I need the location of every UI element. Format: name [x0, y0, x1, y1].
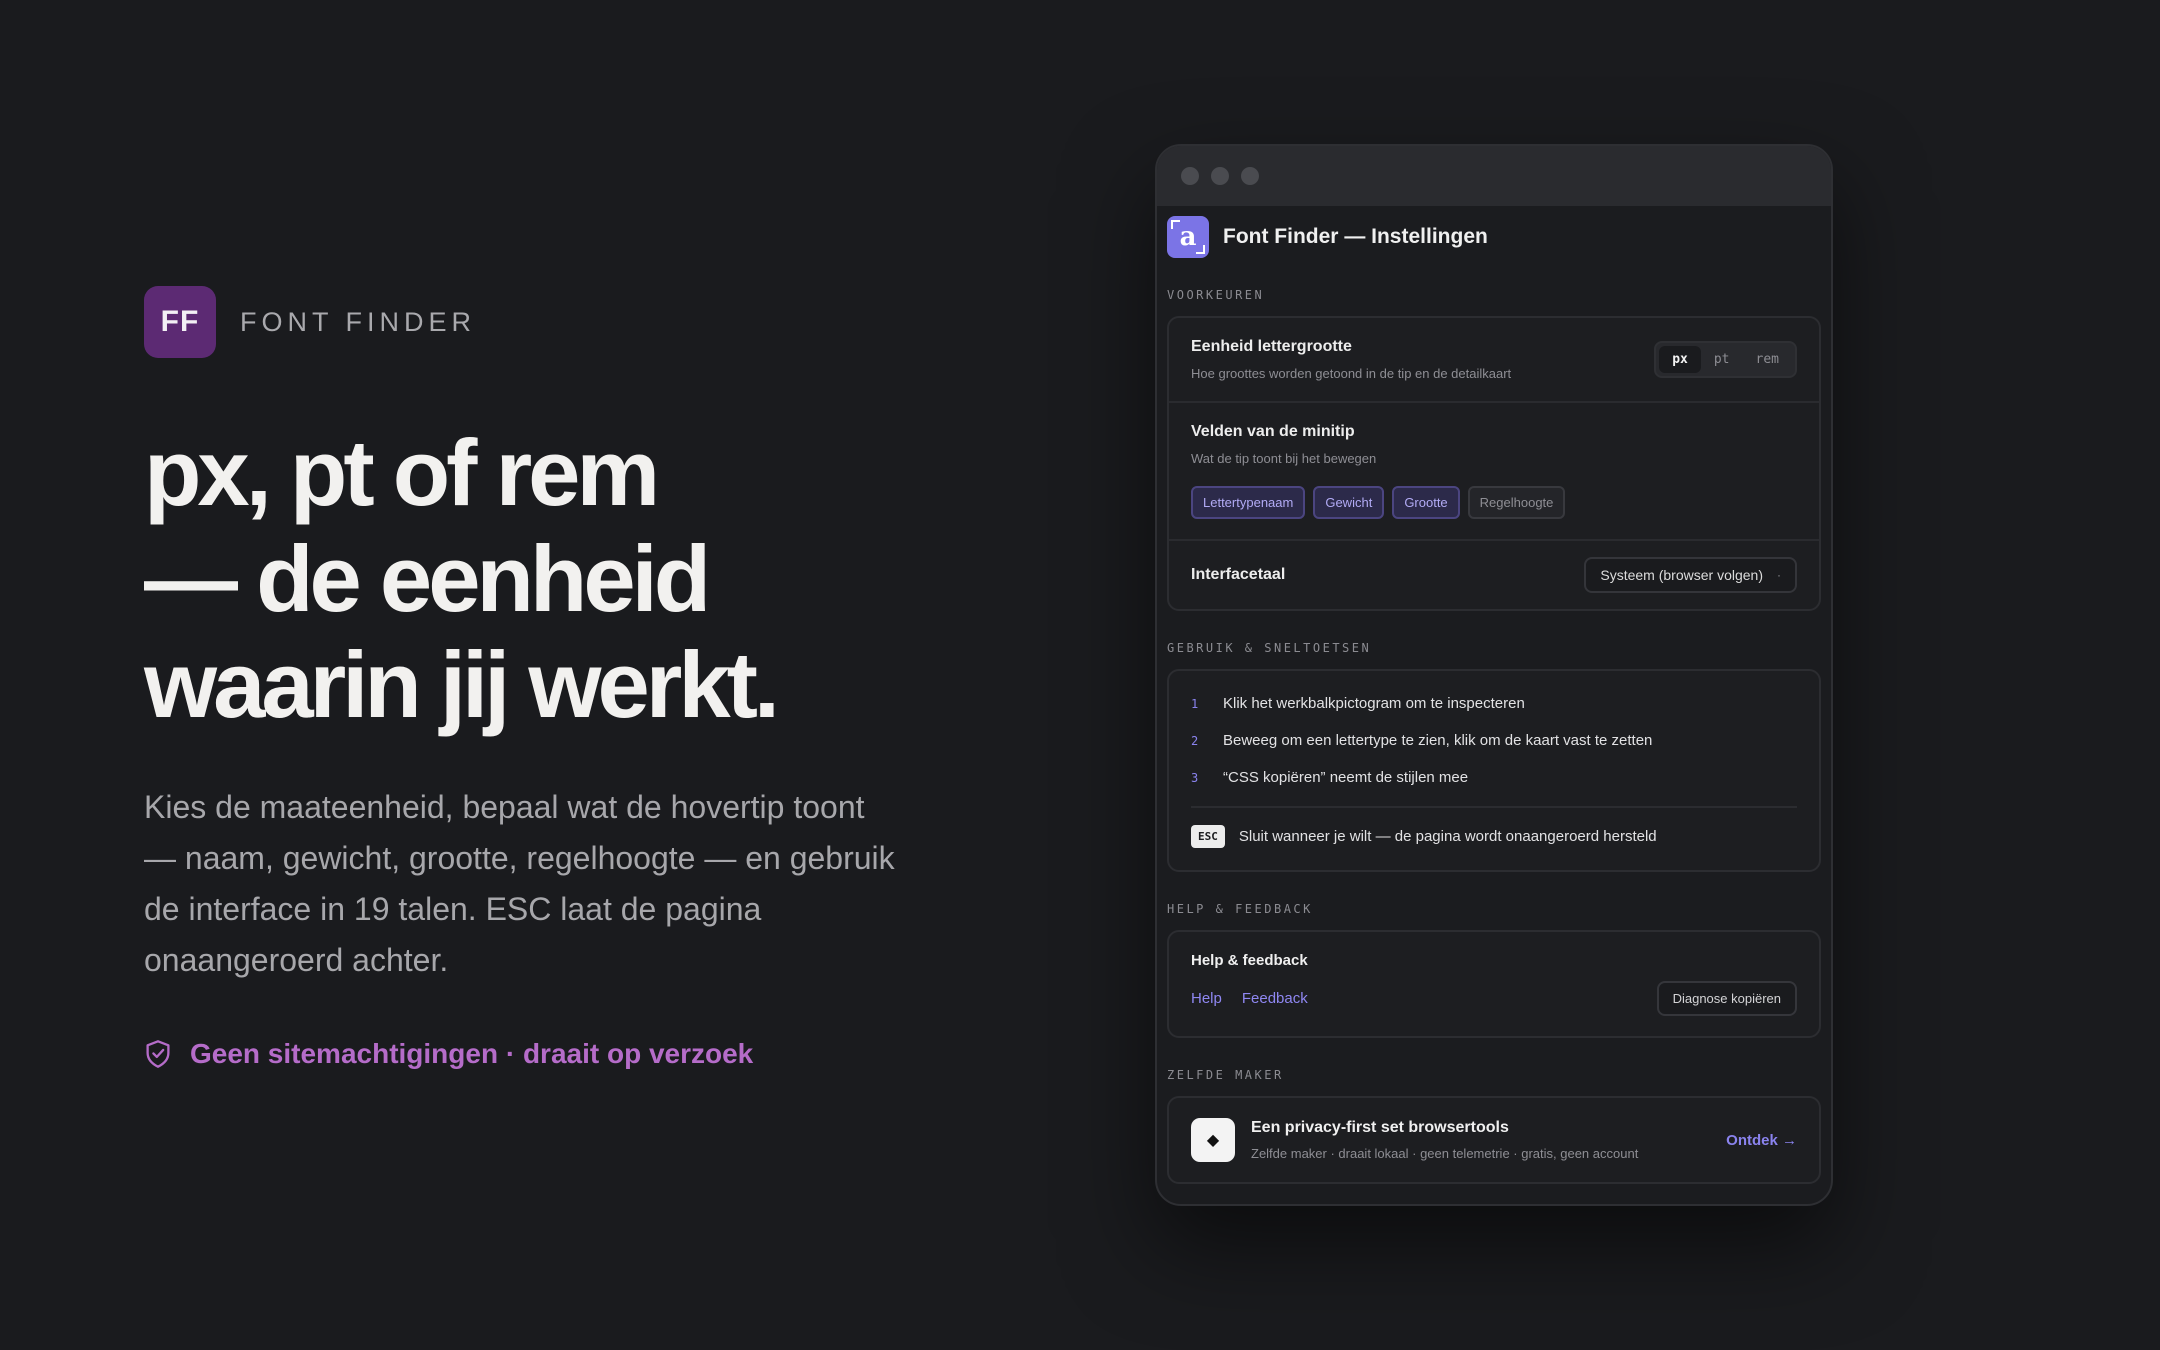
- unit-option-pt[interactable]: pt: [1701, 346, 1743, 373]
- language-select-value: Systeem (browser volgen): [1600, 567, 1763, 583]
- hero: FF FONT FINDER px, pt of rem — de eenhei…: [144, 286, 924, 1070]
- settings-window: a Font Finder — Instellingen VOORKEUREN …: [1155, 144, 1833, 1206]
- usage-step: 1 Klik het werkbalkpictogram om te inspe…: [1191, 685, 1797, 722]
- interface-language-row: Interfacetaal Systeem (browser volgen) ·: [1169, 541, 1819, 609]
- maker-subtitle: Zelfde maker · draait lokaal · geen tele…: [1251, 1146, 1639, 1161]
- tooltip-fields-title: Velden van de minitip: [1191, 423, 1355, 440]
- esc-shortcut-row: ESC Sluit wanneer je wilt — de pagina wo…: [1191, 816, 1797, 856]
- feedback-link[interactable]: Feedback: [1242, 990, 1308, 1007]
- step-number: 1: [1191, 696, 1199, 711]
- maker-card[interactable]: ◆ Een privacy-first set browsertools Zel…: [1167, 1096, 1821, 1184]
- help-link[interactable]: Help: [1191, 990, 1222, 1007]
- usage-divider: [1191, 806, 1797, 808]
- section-label-maker: ZELFDE MAKER: [1167, 1068, 1284, 1082]
- usage-step: 2 Beweeg om een lettertype te zien, klik…: [1191, 722, 1797, 759]
- usage-step: 3 “CSS kopiëren” neemt de stijlen mee: [1191, 759, 1797, 796]
- maker-title: Een privacy-first set browsertools: [1251, 1119, 1509, 1136]
- app-header: a Font Finder — Instellingen: [1167, 216, 1821, 258]
- section-label-preferences: VOORKEUREN: [1167, 288, 1265, 302]
- chevron-down-icon: ·: [1777, 568, 1781, 582]
- font-unit-title: Eenheid lettergrootte: [1191, 338, 1352, 355]
- unit-option-px[interactable]: px: [1659, 346, 1701, 373]
- brand-name: FONT FINDER: [240, 306, 476, 337]
- window-close-dot[interactable]: [1181, 167, 1199, 185]
- step-text: Klik het werkbalkpictogram om te inspect…: [1223, 695, 1525, 712]
- font-unit-row: Eenheid lettergrootte Hoe groottes worde…: [1169, 318, 1819, 403]
- help-links: Help Feedback: [1191, 990, 1308, 1007]
- chip-weight[interactable]: Gewicht: [1313, 486, 1385, 519]
- help-title: Help & feedback: [1191, 952, 1308, 969]
- permission-note: Geen sitemachtigingen · draait op verzoe…: [144, 1038, 924, 1070]
- chip-line-height[interactable]: Regelhoogte: [1467, 486, 1566, 519]
- maker-text: Een privacy-first set browsertools Zelfd…: [1251, 1119, 1710, 1161]
- interface-language-title: Interfacetaal: [1191, 566, 1286, 583]
- lede-paragraph: Kies de maateenheid, bepaal wat de hover…: [144, 789, 895, 978]
- step-number: 3: [1191, 770, 1199, 785]
- discover-link[interactable]: Ontdek →: [1726, 1132, 1797, 1149]
- section-label-usage: GEBRUIK & SNELTOETSEN: [1167, 641, 1372, 655]
- step-number: 2: [1191, 733, 1199, 748]
- permission-text: Geen sitemachtigingen · draait op verzoe…: [190, 1038, 754, 1069]
- shield-check-icon: [146, 1040, 170, 1068]
- tooltip-fields-subtitle: Wat de tip toont bij het bewegen: [1191, 451, 1377, 466]
- step-text: Beweeg om een lettertype te zien, klik o…: [1223, 732, 1653, 749]
- language-select[interactable]: Systeem (browser volgen) ·: [1584, 557, 1797, 593]
- app-logo-icon: a: [1167, 216, 1209, 258]
- window-titlebar: [1157, 146, 1831, 206]
- preferences-card: Eenheid lettergrootte Hoe groottes worde…: [1167, 316, 1821, 611]
- headline-line: px, pt of rem: [144, 420, 660, 525]
- font-unit-subtitle: Hoe groottes worden getoond in de tip en…: [1191, 366, 1512, 381]
- section-label-help: HELP & FEEDBACK: [1167, 902, 1313, 916]
- field-chips: Lettertypenaam Gewicht Grootte Regelhoog…: [1191, 486, 1797, 519]
- headline-line: — de eenheid: [144, 526, 711, 631]
- diamond-icon: ◆: [1191, 1118, 1235, 1162]
- chip-font-name[interactable]: Lettertypenaam: [1191, 486, 1306, 519]
- unit-segmented-control: px pt rem: [1654, 341, 1797, 378]
- window-minimize-dot[interactable]: [1211, 167, 1229, 185]
- brand: FF FONT FINDER: [144, 286, 924, 358]
- chip-size[interactable]: Grootte: [1392, 486, 1460, 519]
- help-card: Help & feedback Help Feedback Diagnose k…: [1167, 930, 1821, 1038]
- window-content: a Font Finder — Instellingen VOORKEUREN …: [1157, 206, 1831, 1184]
- usage-card: 1 Klik het werkbalkpictogram om te inspe…: [1167, 669, 1821, 872]
- tooltip-fields-row: Velden van de minitip Wat de tip toont b…: [1169, 403, 1819, 541]
- app-title: Font Finder — Instellingen: [1223, 225, 1488, 248]
- headline-line: waarin jij werkt.: [144, 632, 780, 737]
- unit-option-rem[interactable]: rem: [1743, 346, 1792, 373]
- esc-shortcut-text: Sluit wanneer je wilt — de pagina wordt …: [1238, 827, 1657, 845]
- step-text: “CSS kopiëren” neemt de stijlen mee: [1223, 769, 1469, 786]
- copy-diagnostics-button[interactable]: Diagnose kopiëren: [1656, 981, 1797, 1016]
- headline: px, pt of rem — de eenheid waarin jij we…: [144, 420, 924, 738]
- window-zoom-dot[interactable]: [1241, 167, 1259, 185]
- help-actions: Help Feedback Diagnose kopiëren: [1191, 981, 1797, 1016]
- brand-logo: FF: [144, 286, 216, 358]
- esc-key-badge: ESC: [1191, 824, 1225, 848]
